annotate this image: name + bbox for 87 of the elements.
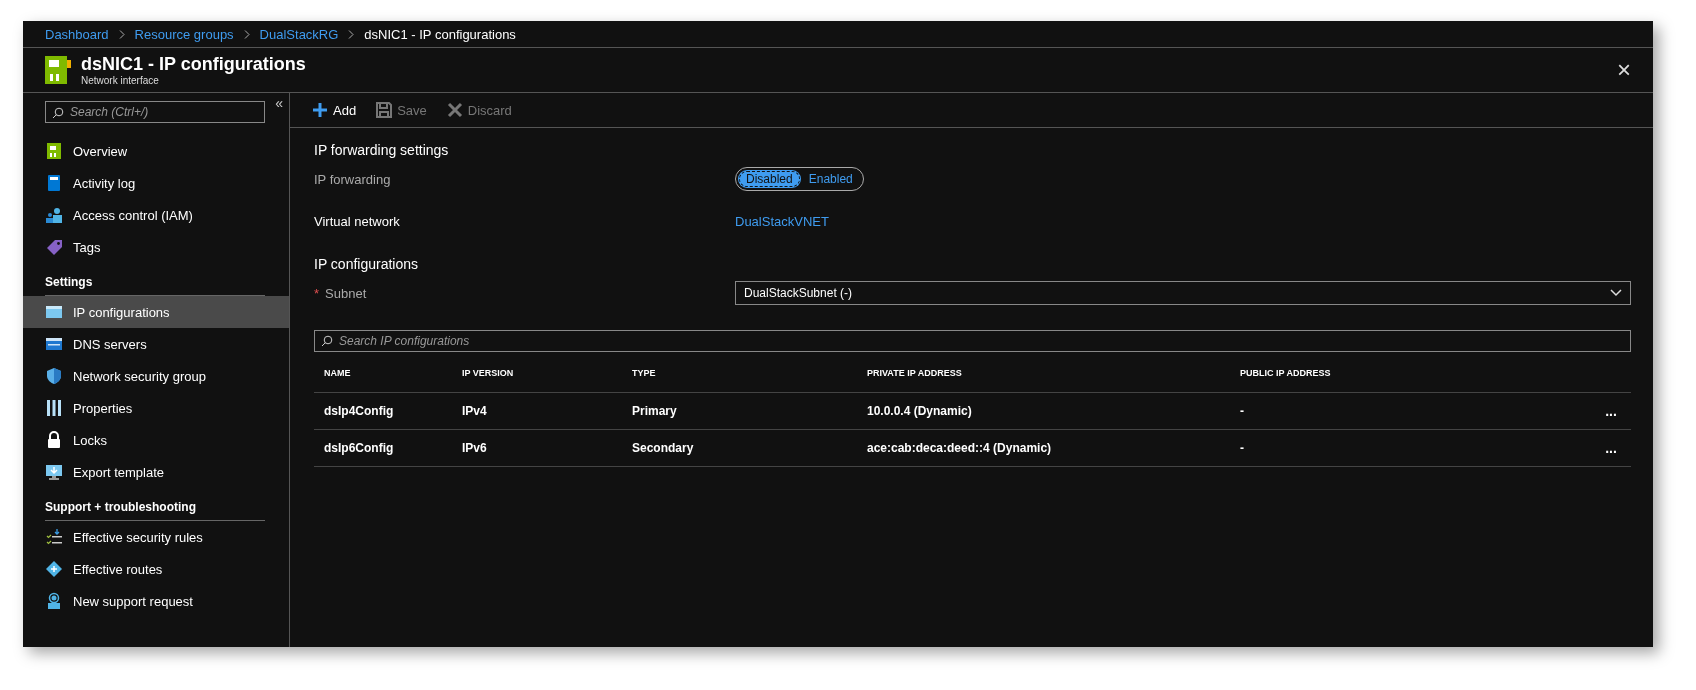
menu-item-label: IP configurations (73, 304, 170, 320)
chevron-down-icon (1610, 289, 1622, 297)
columns-icon (45, 399, 63, 417)
menu-item-label: Effective routes (73, 561, 163, 577)
menu-item-label: Locks (73, 432, 107, 448)
support-person-icon (45, 592, 63, 610)
menu-item[interactable]: Network security group (23, 360, 289, 392)
field-label: Virtual network (314, 213, 401, 229)
field-label: * Subnet (314, 285, 368, 301)
section-heading: IP configurations (314, 255, 420, 274)
chevron-right-icon (118, 29, 125, 39)
search-field[interactable]: Search IP configurations (314, 330, 1631, 352)
column-header: TYPE (631, 367, 657, 380)
blade-subtitle: Network interface (81, 75, 160, 86)
menu-item[interactable]: Locks (23, 424, 289, 456)
plus-icon (312, 102, 328, 118)
vnet-link[interactable]: DualStackVNET (735, 213, 1631, 229)
menu-item[interactable]: Properties (23, 392, 289, 424)
menu-item[interactable]: Activity log (23, 167, 289, 199)
breadcrumb-link[interactable]: Resource groups (134, 26, 234, 42)
more-button[interactable]: ... (1591, 392, 1631, 429)
checklist-icon (45, 528, 63, 546)
menu-item-label: New support request (73, 593, 193, 609)
column-header: PUBLIC IP ADDRESS (1239, 367, 1332, 380)
required-marker: * (314, 285, 320, 301)
menu-item[interactable]: Effective routes (23, 553, 289, 585)
search-icon (321, 335, 333, 347)
search-icon (52, 107, 64, 119)
table-cell: IPv6 (452, 429, 622, 466)
menu-item-label: Overview (73, 143, 128, 159)
menu-item-label: Network security group (73, 368, 206, 384)
menu-item-label: Effective security rules (73, 529, 203, 545)
menu-item[interactable]: Effective security rules (23, 521, 289, 553)
toolbar-button[interactable]: Add (312, 102, 357, 118)
table-cell: - (1230, 429, 1591, 466)
column-header: PRIVATE IP ADDRESS (866, 367, 963, 380)
field-label: IP forwarding (314, 171, 392, 187)
nic-card-icon (45, 142, 63, 160)
lock-icon (45, 431, 63, 449)
menu-item[interactable]: Tags (23, 231, 289, 263)
breadcrumb-link[interactable]: Dashboard (45, 26, 109, 42)
menu-item[interactable]: New support request (23, 585, 289, 617)
table-cell: dsIp6Config (314, 429, 452, 466)
menu-item[interactable]: DNS servers (23, 328, 289, 360)
column-header: IP VERSION (461, 367, 515, 380)
collapse-button[interactable]: « (275, 95, 283, 111)
search-field[interactable]: Search (Ctrl+/) (45, 101, 265, 123)
menu-item-label: Access control (IAM) (73, 207, 193, 223)
blade-title: dsNIC1 - IP configurations (81, 54, 306, 75)
menu-item[interactable]: Access control (IAM) (23, 199, 289, 231)
table-cell: ace:cab:deca:deed::4 (Dynamic) (857, 429, 1230, 466)
toggle-option[interactable]: Enabled (800, 170, 861, 188)
nic-card-icon (45, 56, 71, 84)
menu-item[interactable]: IP configurations (23, 296, 289, 328)
chevron-right-icon (243, 29, 250, 39)
table-cell: Primary (622, 392, 857, 429)
subnet-dropdown[interactable]: DualStackSubnet (-) (735, 281, 1631, 305)
table-cell: IPv4 (452, 392, 622, 429)
menu-item-label: Properties (73, 400, 133, 416)
shield-icon (45, 367, 63, 385)
menu-item[interactable]: Overview (23, 135, 289, 167)
window-icon (45, 303, 63, 321)
more-button[interactable]: ... (1591, 429, 1631, 466)
menu-item-label: Tags (73, 239, 101, 255)
people-icon (45, 206, 63, 224)
table-cell: 10.0.0.4 (Dynamic) (857, 392, 1230, 429)
section-header: Support + troubleshooting (45, 494, 265, 521)
x-mark-icon (446, 102, 463, 118)
menu-item-label: Activity log (73, 175, 136, 191)
table-cell: Secondary (622, 429, 857, 466)
table-cell: dsIp4Config (314, 392, 452, 429)
tag-icon (45, 238, 63, 256)
toggle-option[interactable]: Disabled (738, 170, 801, 188)
web-window-icon (45, 335, 63, 353)
table-cell: - (1230, 392, 1591, 429)
section-heading: IP forwarding settings (314, 141, 450, 160)
breadcrumb-current: dsNIC1 - IP configurations (364, 26, 516, 42)
column-header: NAME (323, 367, 352, 380)
close-button[interactable]: × (1617, 58, 1631, 82)
menu-item-label: DNS servers (73, 336, 147, 352)
breadcrumb-link[interactable]: DualStackRG (259, 26, 339, 42)
diamond-icon (45, 560, 63, 578)
monitor-icon (45, 463, 63, 481)
menu-item-label: Export template (73, 464, 165, 480)
menu-item[interactable]: Export template (23, 456, 289, 488)
chevron-right-icon (348, 29, 355, 39)
book-icon (45, 174, 63, 192)
